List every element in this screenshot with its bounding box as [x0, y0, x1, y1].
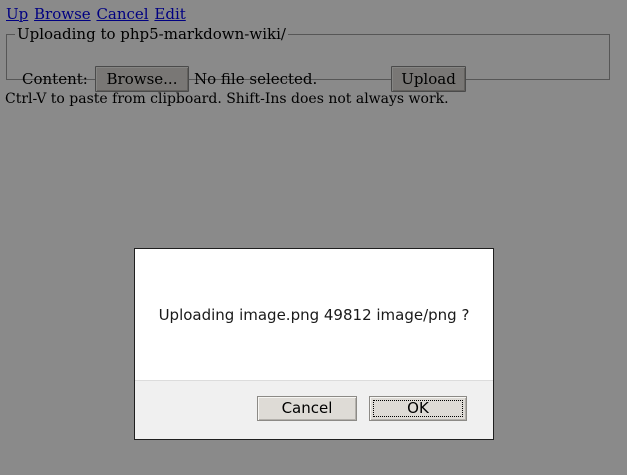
dialog-message: Uploading image.png 49812 image/png ?: [158, 306, 470, 324]
confirm-dialog: Uploading image.png 49812 image/png ? Ca…: [134, 248, 494, 440]
focus-ring: [373, 400, 463, 417]
dialog-cancel-label: Cancel: [281, 399, 333, 417]
dialog-ok-button[interactable]: OK: [369, 396, 467, 421]
dialog-footer: Cancel OK: [135, 380, 493, 439]
dialog-cancel-button[interactable]: Cancel: [257, 396, 357, 421]
